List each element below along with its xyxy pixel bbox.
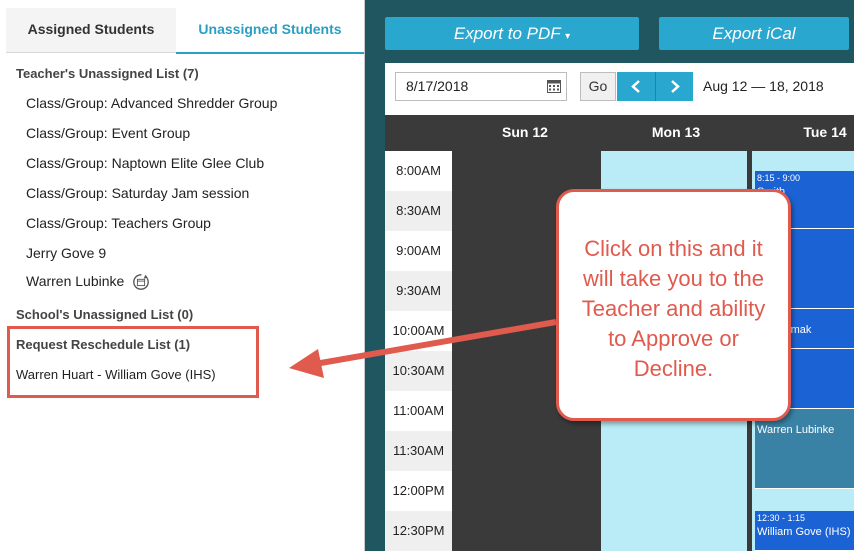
annotation-callout: Click on this and it will take you to th… — [556, 189, 791, 421]
callout-text: Click on this and it will take you to th… — [581, 236, 766, 381]
